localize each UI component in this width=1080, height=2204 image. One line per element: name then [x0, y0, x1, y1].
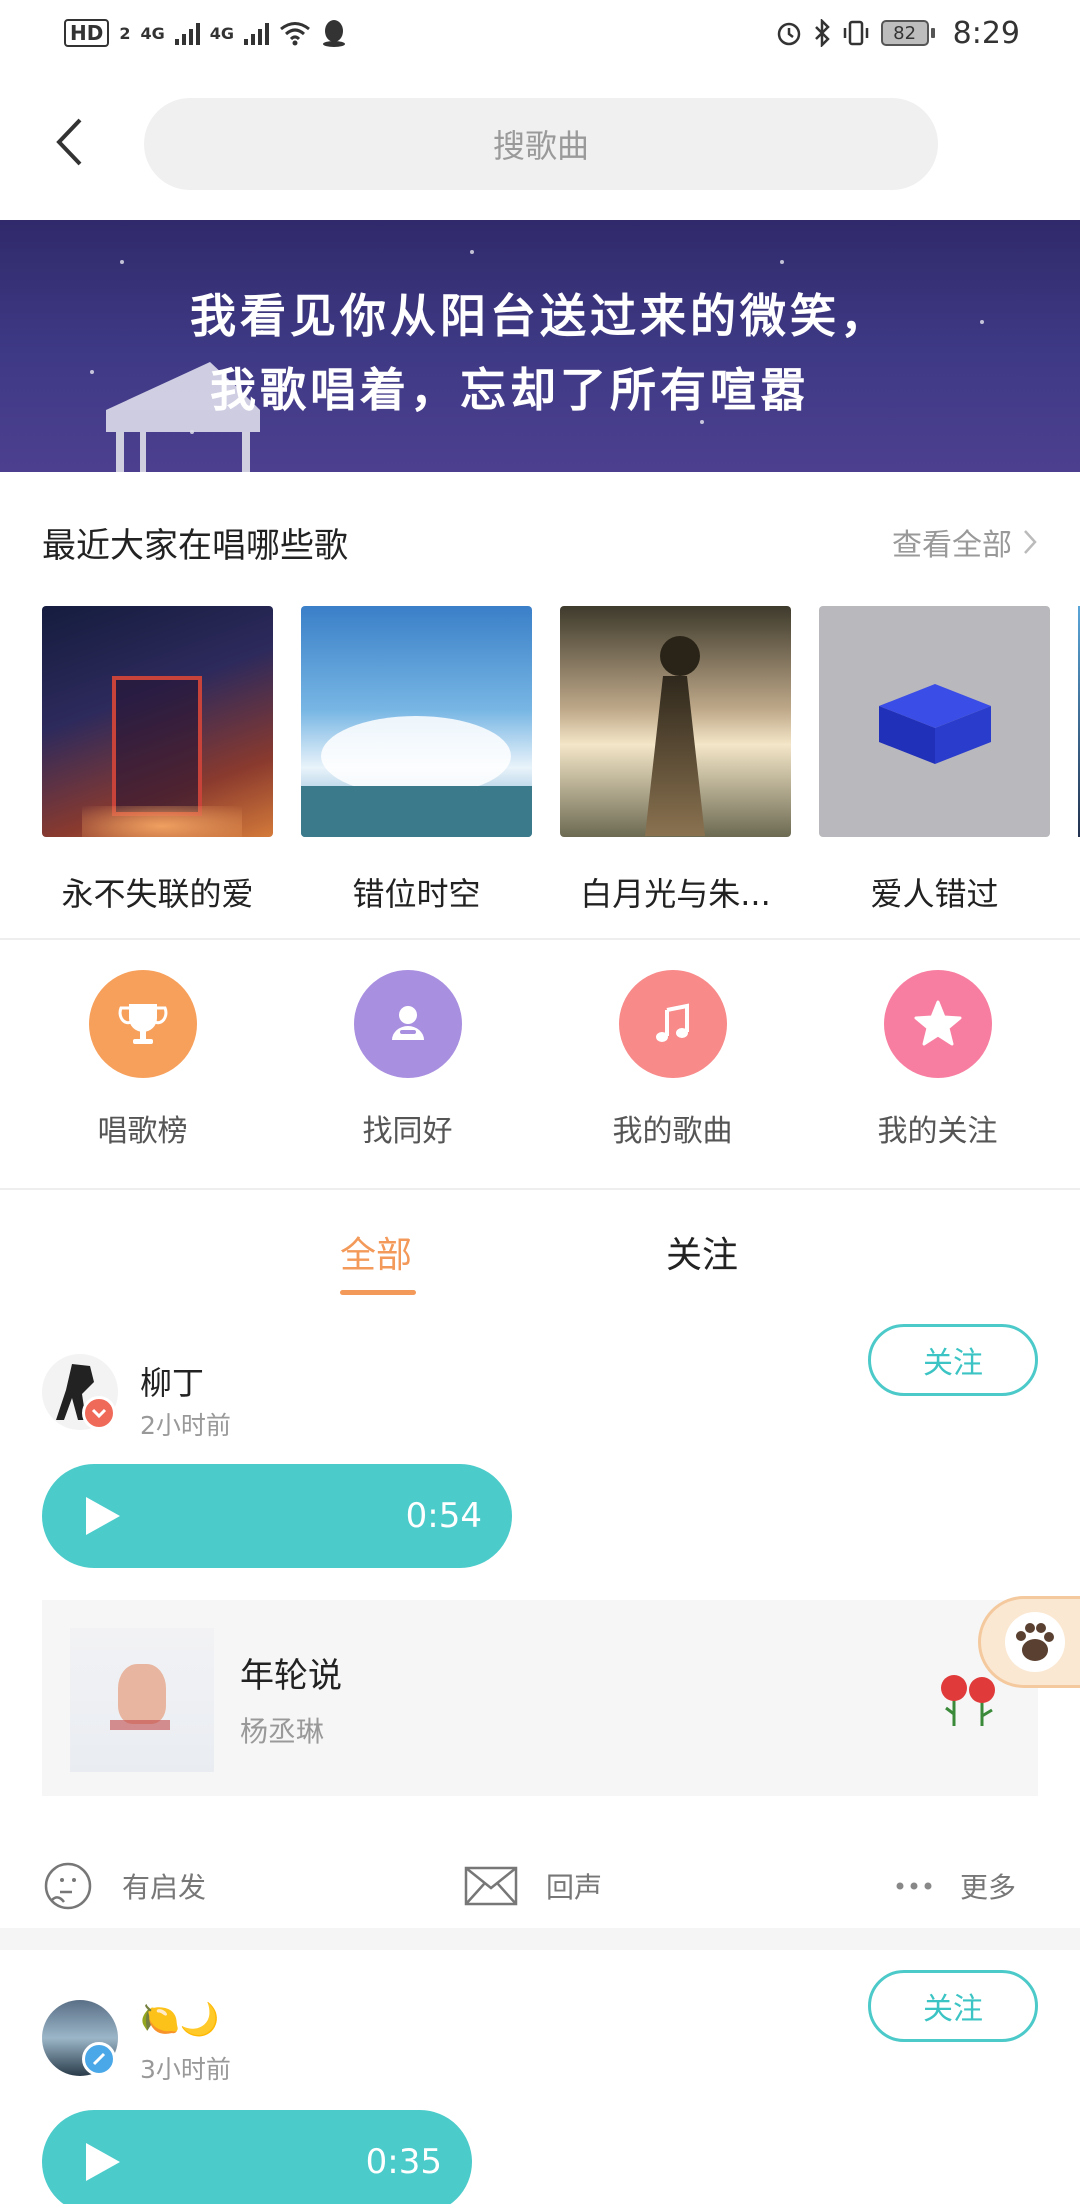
song-artist: 杨丞琳 [240, 1715, 325, 1748]
clock: 8:29 [952, 15, 1020, 51]
vibrate-icon [843, 20, 868, 46]
tab-indicator [340, 1290, 416, 1295]
quick-label: 我的关注 [877, 1114, 998, 1149]
echo-label: 回声 [546, 1871, 603, 1904]
quick-entries: 唱歌榜 找同好 我的歌曲 我的关注 [0, 970, 1080, 1150]
search-input[interactable]: 搜歌曲 [144, 98, 938, 190]
post-actions: 有启发 回声 更多 [42, 1856, 1038, 1916]
audio-duration: 0:35 [365, 2142, 442, 2182]
trophy-icon [88, 970, 197, 1078]
play-icon [86, 2143, 120, 2181]
hd-indicator: HD [64, 19, 110, 47]
chevron-right-icon [1024, 530, 1037, 554]
more-button[interactable]: 更多 [894, 1866, 1016, 1906]
username[interactable]: 🍋🌙 [140, 2000, 220, 2038]
signal-icon [174, 21, 200, 45]
username[interactable]: 柳丁 [140, 1358, 204, 1404]
song-card[interactable]: 爱人错过 [819, 606, 1050, 926]
music-note-icon [618, 970, 727, 1078]
song-name: 白月光与朱... [580, 875, 771, 913]
echo-button[interactable]: 回声 [464, 1866, 894, 1906]
follow-button[interactable]: 关注 [868, 1324, 1038, 1396]
quick-my-follows[interactable]: 我的关注 [823, 970, 1053, 1150]
section-title: 最近大家在唱哪些歌 [42, 525, 348, 566]
people-icon [353, 970, 462, 1078]
song-title: 年轮说 [240, 1656, 342, 1696]
song-card[interactable]: 白月光与朱... [560, 606, 791, 926]
song-cover [70, 1628, 214, 1772]
song-name: 爱人错过 [870, 875, 999, 913]
song-card[interactable]: 年轮说 杨丞琳 [42, 1600, 1038, 1796]
audio-player[interactable]: 0:54 [42, 1464, 512, 1568]
view-all-label: 查看全部 [892, 528, 1012, 563]
quick-label: 找同好 [362, 1114, 453, 1149]
sim-indicator: 2 [119, 23, 131, 43]
view-all-link[interactable]: 查看全部 [892, 520, 1038, 564]
top-bar: 搜歌曲 [0, 66, 1080, 220]
song-name: 永不失联的爱 [61, 875, 254, 913]
recent-songs-list: 永不失联的爱 错位时空 白月光与朱... 爱人错过 [42, 606, 1080, 926]
audio-duration: 0:54 [405, 1496, 482, 1536]
paw-icon [1005, 1612, 1065, 1672]
battery-icon: 82 [880, 20, 935, 46]
more-dots-icon [896, 1882, 932, 1890]
post-time: 3小时前 [140, 2055, 231, 2084]
follow-label: 关注 [923, 1992, 983, 2027]
chevron-left-icon [56, 118, 82, 166]
divider [0, 1188, 1080, 1190]
verified-badge-icon [82, 2042, 116, 2076]
wifi-icon [280, 22, 310, 46]
verified-badge-icon [82, 1396, 116, 1430]
signal-icon-2 [244, 21, 270, 45]
banner-line-2: 我歌唱着，忘却了所有喧嚣 [210, 363, 810, 417]
inspire-button[interactable]: 有启发 [42, 1860, 464, 1912]
quick-sing-chart[interactable]: 唱歌榜 [28, 970, 258, 1150]
post-separator [0, 1928, 1080, 1950]
status-right: 82 8:29 [775, 16, 1020, 51]
feed-post: 柳丁 2小时前 关注 0:54 年轮说 杨丞琳 有启发 回声 更多 [0, 1310, 1080, 1950]
status-left: HD 2 4G 4G [64, 19, 347, 47]
song-cover [560, 606, 791, 837]
roses-icon[interactable] [938, 1668, 1000, 1728]
search-placeholder: 搜歌曲 [492, 127, 589, 165]
song-card[interactable]: 永不失联的爱 [42, 606, 273, 926]
star-icon [883, 970, 992, 1078]
song-name: 错位时空 [352, 875, 481, 913]
banner-line-1: 我看见你从阳台送过来的微笑， [190, 289, 890, 343]
bluetooth-icon [814, 19, 830, 47]
more-label: 更多 [960, 1871, 1017, 1904]
tab-all[interactable]: 全部 [340, 1226, 412, 1278]
song-cover [819, 606, 1050, 837]
promo-banner[interactable]: 我看见你从阳台送过来的微笑， 我歌唱着，忘却了所有喧嚣 [0, 220, 1080, 472]
status-bar: HD 2 4G 4G 82 8:29 [0, 0, 1080, 66]
alarm-icon [777, 22, 800, 46]
envelope-icon [464, 1866, 518, 1906]
qq-notification-icon [323, 20, 346, 47]
thinking-face-icon [44, 1862, 92, 1910]
song-card[interactable]: 错位时空 [301, 606, 532, 926]
feed-tabs: 全部 关注 [0, 1200, 1080, 1310]
post-time: 2小时前 [140, 1411, 231, 1440]
song-cover [42, 606, 273, 837]
quick-my-songs[interactable]: 我的歌曲 [558, 970, 788, 1150]
inspire-label: 有启发 [122, 1871, 207, 1904]
tab-follow[interactable]: 关注 [666, 1226, 738, 1278]
network-type-1: 4G [140, 23, 165, 43]
quick-find-friends[interactable]: 找同好 [293, 970, 523, 1150]
follow-button[interactable]: 关注 [868, 1970, 1038, 2042]
back-button[interactable] [44, 112, 94, 172]
quick-label: 唱歌榜 [97, 1114, 188, 1149]
battery-level: 82 [880, 20, 929, 46]
network-type-2: 4G [209, 23, 235, 43]
song-cover [301, 606, 532, 837]
quick-label: 我的歌曲 [612, 1114, 733, 1149]
divider [0, 938, 1080, 940]
play-icon [86, 1497, 120, 1535]
follow-label: 关注 [923, 1346, 983, 1381]
recent-songs-header: 最近大家在唱哪些歌 查看全部 [42, 512, 1038, 572]
floating-paw-button[interactable] [978, 1596, 1080, 1688]
feed-post: 🍋🌙 3小时前 关注 0:35 [0, 1950, 1080, 2204]
audio-player[interactable]: 0:35 [42, 2110, 472, 2204]
